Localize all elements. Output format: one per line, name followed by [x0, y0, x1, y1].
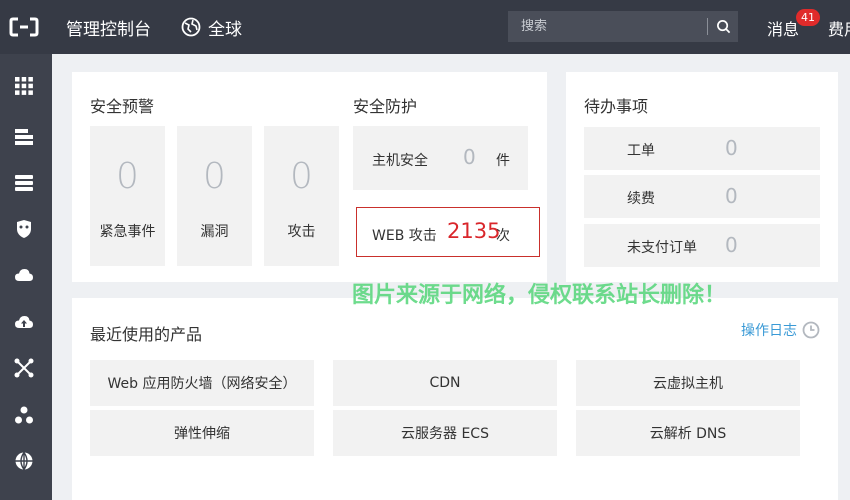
- todo-title: 待办事项: [584, 97, 649, 116]
- tickets-count: 0: [725, 136, 738, 160]
- todo-row-tickets[interactable]: 工单 0: [584, 127, 820, 170]
- unpaid-count: 0: [725, 233, 738, 257]
- grid-icon[interactable]: [13, 75, 35, 97]
- search-button[interactable]: [708, 11, 738, 42]
- host-security-count: 0: [463, 145, 476, 169]
- emergency-count: 0: [116, 156, 139, 197]
- host-security-unit: 件: [496, 153, 510, 169]
- recent-products-title: 最近使用的产品: [90, 325, 203, 344]
- storage-icon[interactable]: [13, 126, 35, 148]
- operation-log-label: 操作日志: [741, 323, 797, 339]
- messages-count-badge: 41: [796, 9, 820, 26]
- attack-label: 攻击: [287, 224, 316, 240]
- logo-icon[interactable]: [0, 0, 48, 54]
- renewal-count: 0: [725, 184, 738, 208]
- region-label: 全球: [208, 19, 242, 40]
- attack-count: 0: [290, 156, 313, 197]
- todo-row-unpaid[interactable]: 未支付订单 0: [584, 224, 820, 267]
- cloud-upload-icon[interactable]: [13, 311, 35, 333]
- security-alert-title: 安全预警: [90, 97, 155, 116]
- alert-tile-vulnerability[interactable]: 0 漏洞: [177, 126, 252, 266]
- emergency-label: 紧急事件: [99, 224, 156, 240]
- alert-tile-emergency[interactable]: 0 紧急事件: [90, 126, 165, 266]
- product-ecs[interactable]: 云服务器 ECS: [333, 410, 557, 456]
- cluster-icon[interactable]: [13, 404, 35, 426]
- sidebar: [0, 54, 52, 500]
- console-title[interactable]: 管理控制台: [66, 15, 151, 40]
- messages-link[interactable]: 消息: [767, 16, 799, 40]
- vulnerability-count: 0: [203, 156, 226, 197]
- globe-icon[interactable]: [13, 450, 35, 472]
- watermark-text: 图片来源于网络，侵权联系站长删除！: [352, 283, 727, 308]
- globe-region-icon: [181, 17, 201, 37]
- search-input[interactable]: [508, 11, 707, 42]
- todo-row-renewal[interactable]: 续费 0: [584, 175, 820, 218]
- product-virtual-host[interactable]: 云虚拟主机: [576, 360, 800, 406]
- network-icon[interactable]: [13, 357, 35, 379]
- clock-icon: [802, 321, 820, 339]
- product-cdn[interactable]: CDN: [333, 360, 557, 406]
- product-dns[interactable]: 云解析 DNS: [576, 410, 800, 456]
- region-selector[interactable]: 全球: [181, 15, 242, 40]
- shield-icon[interactable]: [13, 218, 35, 240]
- alert-tile-attack[interactable]: 0 攻击: [264, 126, 339, 266]
- product-auto-scaling[interactable]: 弹性伸缩: [90, 410, 314, 456]
- search-box: [508, 11, 738, 42]
- web-attack-label: WEB 攻击: [372, 228, 437, 244]
- web-attack-tile[interactable]: WEB 攻击 2135 次: [356, 207, 540, 257]
- search-icon: [716, 20, 730, 34]
- server-icon[interactable]: [13, 172, 35, 194]
- host-security-tile[interactable]: 主机安全 0 件: [353, 126, 528, 190]
- fees-link[interactable]: 费用: [828, 16, 850, 40]
- host-security-label: 主机安全: [372, 153, 428, 169]
- product-waf[interactable]: Web 应用防火墙（网络安全）: [90, 360, 314, 406]
- renewal-label: 续费: [627, 191, 655, 207]
- operation-log-link[interactable]: 操作日志: [741, 320, 820, 340]
- cloud-icon[interactable]: [13, 264, 35, 286]
- unpaid-label: 未支付订单: [627, 240, 697, 256]
- tickets-label: 工单: [627, 143, 655, 159]
- web-attack-count: 2135: [447, 219, 501, 243]
- vulnerability-label: 漏洞: [200, 224, 229, 240]
- security-protection-title: 安全防护: [353, 97, 418, 116]
- web-attack-unit: 次: [496, 228, 510, 244]
